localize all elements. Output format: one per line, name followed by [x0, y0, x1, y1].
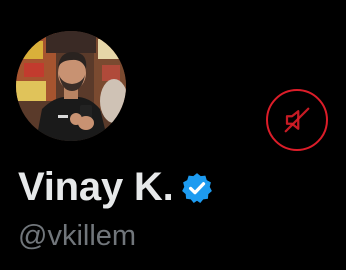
profile-header: Vinay K. @vkillem [0, 0, 346, 270]
avatar[interactable] [16, 31, 126, 141]
muted-speaker-icon [284, 107, 310, 133]
unmute-button[interactable] [266, 89, 328, 151]
user-handle: @vkillem [18, 220, 137, 252]
name-row: Vinay K. [18, 162, 214, 212]
display-name: Vinay K. [18, 165, 174, 209]
avatar-photo [16, 31, 126, 141]
verified-badge-icon[interactable] [180, 171, 214, 205]
